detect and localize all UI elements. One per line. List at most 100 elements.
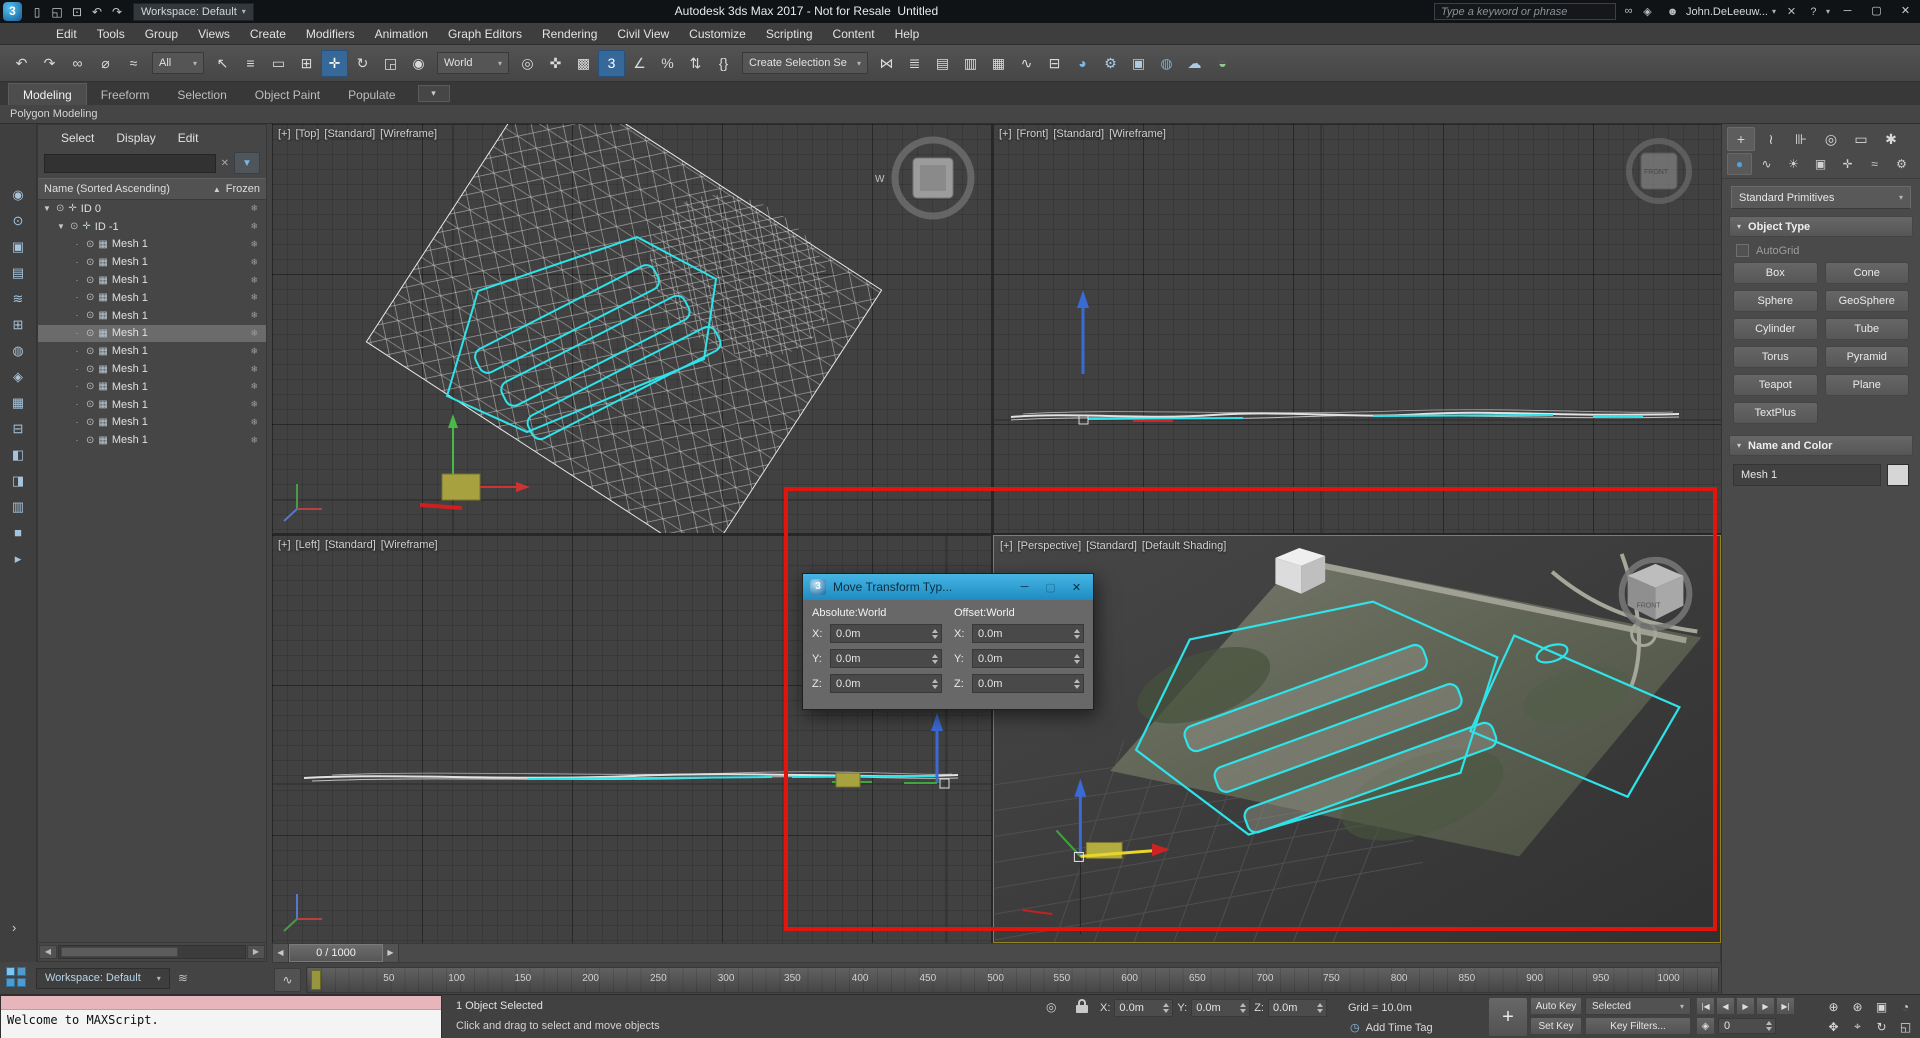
frozen-icon[interactable]: ❄ — [250, 257, 258, 268]
selection-lock-icon[interactable] — [1074, 999, 1090, 1015]
explorer-horizontal-scrollbar[interactable]: ◀ ▶ — [38, 942, 266, 961]
expand-icon[interactable]: · — [72, 347, 82, 356]
mini-curve-editor-icon[interactable]: ∿ — [274, 968, 301, 992]
scroll-left-icon[interactable]: ◀ — [39, 945, 57, 959]
viewport-layout-icon[interactable] — [6, 967, 28, 989]
scene-explorer-row[interactable]: · ⊙ ▦ Mesh 1 ❄ — [38, 236, 266, 254]
shapes-category-icon[interactable]: ∿ — [1754, 153, 1779, 175]
explorer-toolbar-icon[interactable]: ◨ — [6, 470, 30, 491]
move-transform-type-in-dialog[interactable]: 3 Move Transform Typ... ─ ▢ ✕ Absolute:W… — [802, 573, 1094, 710]
absolute-value-field[interactable]: 0.0m — [830, 649, 942, 668]
offset-value-field[interactable]: 0.0m — [972, 674, 1084, 693]
primitive-type-dropdown[interactable]: Standard Primitives ▾ — [1731, 186, 1911, 209]
z-coordinate-field[interactable]: 0.0m — [1268, 999, 1327, 1017]
spinner-arrows-icon[interactable] — [1238, 1003, 1248, 1013]
visibility-eye-icon[interactable]: ⊙ — [86, 399, 94, 410]
render-setup-icon[interactable]: ⚙ — [1097, 50, 1124, 77]
render-in-cloud-icon[interactable]: ☁ — [1181, 50, 1208, 77]
select-and-place-icon[interactable]: ◉ — [405, 50, 432, 77]
frozen-icon[interactable]: ❄ — [250, 203, 258, 214]
toggle-layer-explorer-icon[interactable]: ▥ — [957, 50, 984, 77]
visibility-eye-icon[interactable]: ⊙ — [86, 364, 94, 375]
menu-item[interactable]: Create — [240, 23, 296, 45]
visibility-eye-icon[interactable]: ⊙ — [56, 203, 64, 214]
schematic-view-icon[interactable]: ⊟ — [1041, 50, 1068, 77]
align-icon[interactable]: ≣ — [901, 50, 928, 77]
menu-item[interactable]: Content — [823, 23, 885, 45]
expand-icon[interactable]: · — [72, 436, 82, 445]
time-slider-next-icon[interactable]: ▶ — [383, 944, 399, 962]
frozen-icon[interactable]: ❄ — [250, 328, 258, 339]
select-and-rotate-icon[interactable]: ↻ — [349, 50, 376, 77]
expand-icon[interactable]: · — [72, 240, 82, 249]
viewport-menu-pov[interactable]: [Perspective] — [1018, 540, 1082, 552]
set-key-button[interactable]: Set Key — [1530, 1017, 1582, 1035]
track-bar[interactable]: 5010015020025030035040045050055060065070… — [306, 967, 1719, 993]
primitive-button[interactable]: TextPlus — [1733, 402, 1818, 424]
expand-icon[interactable]: · — [72, 365, 82, 374]
viewcube[interactable]: FRONT — [1629, 141, 1689, 201]
frozen-icon[interactable]: ❄ — [250, 275, 258, 286]
viewport-menu-plus[interactable]: [+] — [278, 539, 291, 551]
spinner-arrows-icon[interactable] — [1072, 654, 1082, 664]
object-type-rollout[interactable]: ▾ Object Type — [1729, 216, 1913, 237]
search-binoculars-icon[interactable]: ∞ — [1619, 5, 1638, 18]
visibility-eye-icon[interactable]: ⊙ — [86, 257, 94, 268]
save-file-icon[interactable]: ⊡ — [67, 2, 87, 22]
scene-explorer-row[interactable]: · ⊙ ▦ Mesh 1 ❄ — [38, 414, 266, 432]
viewport-menu-plus[interactable]: [+] — [278, 128, 291, 140]
viewport-menu-shading[interactable]: [Wireframe] — [381, 539, 438, 551]
explorer-toolbar-icon[interactable]: ◍ — [6, 340, 30, 361]
ribbon-tab[interactable]: Freeform — [87, 84, 164, 105]
scene-explorer-row[interactable]: ▼ ⊙ ✛ ID 0 ❄ — [38, 200, 266, 218]
viewport-top-canvas[interactable]: W — [272, 124, 991, 533]
name-column-header[interactable]: Name (Sorted Ascending) — [44, 183, 208, 195]
layers-stack-icon[interactable]: ≋ — [178, 971, 188, 985]
frozen-icon[interactable]: ❄ — [250, 346, 258, 357]
ribbon-tab[interactable]: Modeling — [8, 83, 87, 105]
next-frame-button[interactable]: ▶ — [1756, 997, 1775, 1015]
explorer-toolbar-icon[interactable]: ≋ — [6, 288, 30, 309]
spinner-arrows-icon[interactable] — [1072, 679, 1082, 689]
explorer-menu-item[interactable]: Select — [50, 131, 105, 145]
undo-icon[interactable]: ↶ — [8, 50, 35, 77]
explorer-toolbar-icon[interactable]: ▸ — [6, 548, 30, 569]
expand-icon[interactable]: · — [72, 329, 82, 338]
select-object-icon[interactable]: ↖ — [209, 50, 236, 77]
spinner-arrows-icon[interactable] — [930, 654, 940, 664]
previous-frame-button[interactable]: ◀ — [1716, 997, 1735, 1015]
go-to-start-button[interactable]: |◀ — [1696, 997, 1715, 1015]
viewport-menu-shading[interactable]: [Wireframe] — [1109, 128, 1166, 140]
viewport-menu-shading[interactable]: [Wireframe] — [380, 128, 437, 140]
menu-item[interactable]: Graph Editors — [438, 23, 532, 45]
spinner-arrows-icon[interactable] — [930, 629, 940, 639]
time-slider[interactable]: ◀ 0 / 1000 ▶ — [272, 943, 1721, 963]
play-button[interactable]: ▶ — [1736, 997, 1755, 1015]
geometry-category-icon[interactable]: ● — [1727, 153, 1752, 175]
frozen-icon[interactable]: ❄ — [250, 239, 258, 250]
sign-out-icon[interactable]: ✕ — [1782, 5, 1801, 18]
explorer-search-input[interactable] — [44, 154, 216, 173]
viewport-menu-standard[interactable]: [Standard] — [325, 539, 376, 551]
transform-gizmo[interactable] — [1056, 779, 1169, 934]
utilities-tab-icon[interactable]: ✱ — [1877, 127, 1905, 151]
viewport-front[interactable]: [+] [Front] [Standard] [Wireframe] — [993, 124, 1721, 533]
explorer-toolbar-icon[interactable]: ▦ — [6, 392, 30, 413]
ribbon-tab[interactable]: Selection — [163, 84, 240, 105]
frozen-icon[interactable]: ❄ — [250, 435, 258, 446]
expand-icon[interactable]: · — [72, 382, 82, 391]
explorer-toolbar-icon[interactable]: ◉ — [6, 184, 30, 205]
menu-item[interactable]: Help — [885, 23, 930, 45]
x-coordinate-field[interactable]: 0.0m — [1114, 999, 1173, 1017]
menu-item[interactable]: Views — [188, 23, 240, 45]
help-icon[interactable]: ? — [1804, 6, 1823, 18]
select-and-link-icon[interactable]: ∞ — [64, 50, 91, 77]
workspace-selector[interactable]: Workspace: Default ▾ — [36, 968, 170, 989]
explorer-toolbar-icon[interactable]: ▥ — [6, 496, 30, 517]
angle-snap-icon[interactable]: ∠ — [626, 50, 653, 77]
maxscript-mini-listener[interactable]: Welcome to MAXScript. — [0, 995, 442, 1038]
material-editor-icon[interactable]: ◕ — [1069, 50, 1096, 77]
menu-item[interactable]: Rendering — [532, 23, 607, 45]
scene-explorer-row[interactable]: · ⊙ ▦ Mesh 1 ❄ — [38, 378, 266, 396]
spinner-arrows-icon[interactable] — [930, 679, 940, 689]
